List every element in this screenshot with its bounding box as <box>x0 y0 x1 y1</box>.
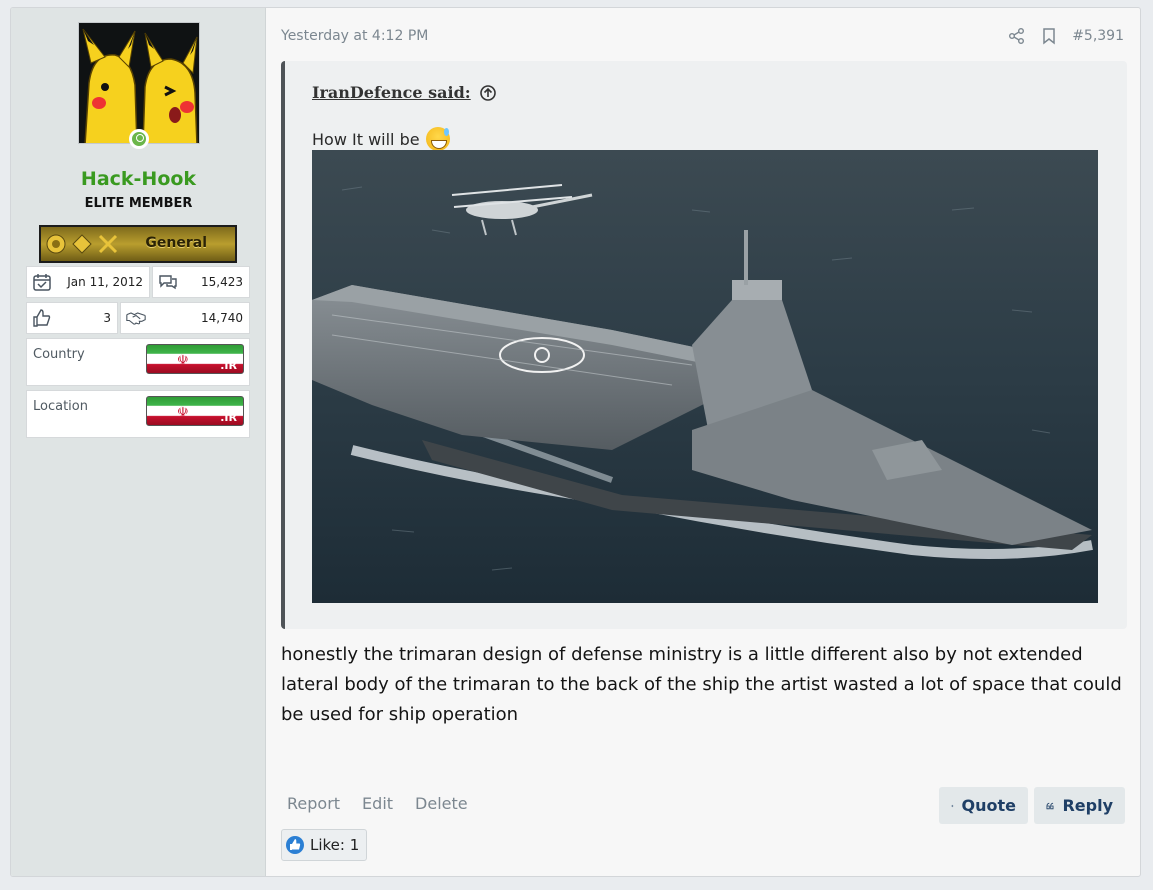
reply-button[interactable]: Reply <box>1034 787 1125 824</box>
flag-tld: .IR <box>220 411 237 424</box>
handshake-icon <box>126 312 146 325</box>
user-title: ELITE MEMBER <box>84 196 193 211</box>
messages-icon <box>159 275 177 290</box>
grinning-sweat-emoji-icon <box>425 127 450 151</box>
reactions-summary[interactable]: Like: 1 <box>281 829 367 861</box>
iran-flag-icon: ☫ .IR <box>146 344 244 374</box>
reaction-stat: 3 <box>26 302 118 334</box>
reply-button-label: Reply <box>1062 796 1113 815</box>
online-status-icon <box>129 129 149 149</box>
arrow-up-circle-icon[interactable] <box>479 84 497 102</box>
quote-button[interactable]: Quote <box>939 787 1028 824</box>
avatar[interactable] <box>78 22 200 144</box>
rank-label: General <box>145 235 207 251</box>
joined-stat: Jan 11, 2012 <box>26 266 150 298</box>
quote-block: IranDefence said: How It will be <box>281 61 1127 629</box>
flag-emblem-icon: ☫ <box>177 353 189 368</box>
thumbs-up-icon <box>33 309 51 327</box>
calendar-icon <box>33 274 51 291</box>
joined-date: Jan 11, 2012 <box>67 275 143 289</box>
country-field: Country ☫ .IR <box>26 338 250 386</box>
quote-text-content: How It will be <box>312 129 420 149</box>
like-reaction-icon <box>286 836 304 854</box>
post-message: honestly the trimaran design of defense … <box>281 644 1122 725</box>
trophy-count: 14,740 <box>201 311 243 325</box>
quote-marks-icon <box>1046 802 1054 809</box>
quote-header[interactable]: IranDefence said: <box>312 83 497 102</box>
flag-emblem-icon: ☫ <box>177 405 189 420</box>
post-actions: #5,391 <box>1008 27 1124 45</box>
country-label: Country <box>33 347 85 362</box>
location-label: Location <box>33 399 88 414</box>
post-main: Yesterday at 4:12 PM #5,391 IranDefence … <box>267 8 1140 876</box>
quote-author[interactable]: IranDefence said: <box>312 83 471 102</box>
share-icon[interactable] <box>1008 27 1026 45</box>
crossed-swords-icon <box>98 234 118 254</box>
iran-flag-icon: ☫ .IR <box>146 396 244 426</box>
user-sidebar: Hack-Hook ELITE MEMBER General Jan 11, 2… <box>11 8 266 876</box>
plus-icon <box>951 804 954 807</box>
username[interactable]: Hack-Hook <box>11 168 266 190</box>
report-link[interactable]: Report <box>287 794 340 813</box>
bookmark-icon[interactable] <box>1040 27 1058 45</box>
messages-count: 15,423 <box>201 275 243 289</box>
quote-button-label: Quote <box>961 796 1016 815</box>
post-footer-links: Report Edit Delete <box>287 794 468 813</box>
diamond-badge-icon <box>72 234 92 254</box>
rank-banner: General <box>39 225 237 263</box>
post-number[interactable]: #5,391 <box>1072 28 1124 44</box>
location-field: Location ☫ .IR <box>26 390 250 438</box>
star-badge-icon <box>46 234 66 254</box>
likes-count: Like: 1 <box>310 836 360 854</box>
flag-tld: .IR <box>220 359 237 372</box>
post-timestamp[interactable]: Yesterday at 4:12 PM <box>281 28 428 44</box>
quote-text: How It will be <box>312 127 450 151</box>
delete-link[interactable]: Delete <box>415 794 468 813</box>
reaction-count: 3 <box>103 311 111 325</box>
trimaran-warship-image[interactable] <box>312 150 1098 603</box>
edit-link[interactable]: Edit <box>362 794 393 813</box>
messages-stat: 15,423 <box>152 266 250 298</box>
trophy-stat: 14,740 <box>120 302 250 334</box>
post-container: Hack-Hook ELITE MEMBER General Jan 11, 2… <box>10 7 1141 877</box>
